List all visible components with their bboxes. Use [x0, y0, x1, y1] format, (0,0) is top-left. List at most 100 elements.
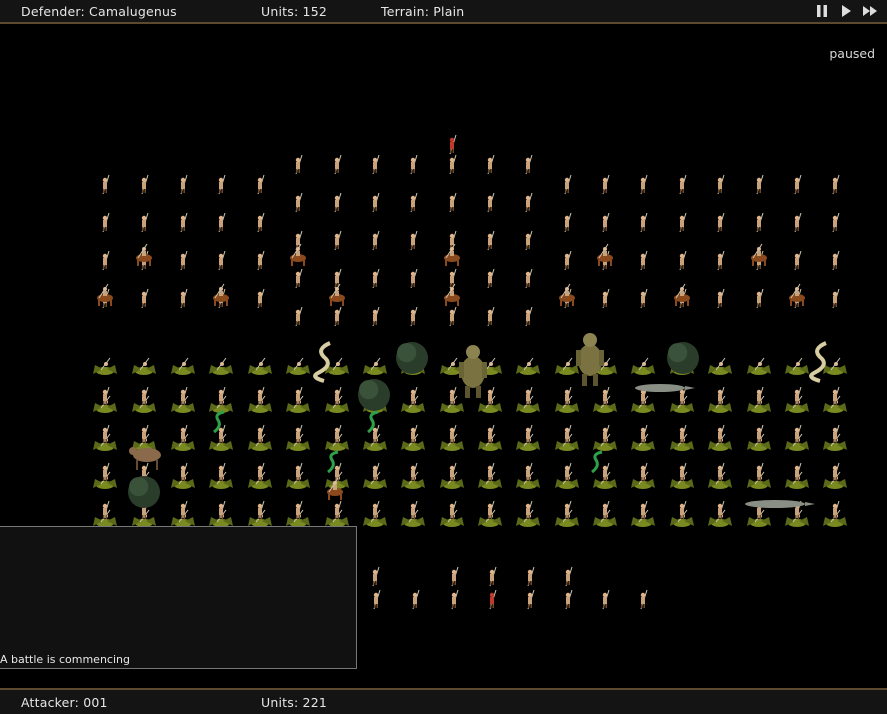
dragon-unit	[555, 357, 579, 375]
attacker-label: Attacker: 001	[21, 695, 108, 710]
soldier-unit	[102, 212, 110, 233]
soldier-unit	[794, 386, 802, 407]
monster-unit	[576, 333, 604, 386]
soldier-unit	[487, 268, 495, 289]
soldier-unit	[451, 589, 459, 610]
soldier-unit	[410, 306, 418, 327]
soldier-unit	[679, 174, 687, 195]
soldier-unit	[525, 306, 533, 327]
soldier-unit	[564, 500, 572, 521]
soldier-unit	[564, 212, 572, 233]
soldier-unit	[410, 386, 418, 407]
soldier-unit	[372, 268, 380, 289]
soldier-unit	[218, 386, 226, 407]
soldier-unit	[218, 500, 226, 521]
soldier-unit	[295, 268, 303, 289]
soldier-unit	[564, 462, 572, 483]
soldier-unit	[295, 462, 303, 483]
crocodile-unit	[635, 384, 695, 392]
dragon-unit	[93, 357, 117, 375]
soldier-unit	[756, 462, 764, 483]
soldier-unit	[602, 288, 610, 309]
play-button[interactable]	[837, 3, 855, 19]
soldier-unit	[449, 500, 457, 521]
soldier-unit	[794, 424, 802, 445]
soldier-unit	[679, 250, 687, 271]
soldier-unit	[334, 268, 342, 289]
soldier-unit	[756, 386, 764, 407]
soldier-unit	[602, 212, 610, 233]
soldier-unit	[525, 230, 533, 251]
soldier-unit	[257, 212, 265, 233]
dragon-unit	[631, 357, 655, 375]
soldier-unit	[602, 589, 610, 610]
dragon-unit	[286, 357, 310, 375]
soldier-unit	[257, 288, 265, 309]
soldier-unit	[451, 566, 459, 587]
soldier-unit	[756, 174, 764, 195]
soldier-unit	[449, 192, 457, 213]
soldier-unit	[525, 462, 533, 483]
soldier-unit	[410, 192, 418, 213]
soldier-unit	[295, 424, 303, 445]
soldier-unit	[449, 134, 457, 155]
soldier-unit	[640, 424, 648, 445]
soldier-unit	[334, 192, 342, 213]
serpent-unit	[591, 450, 603, 474]
soldier-unit	[794, 212, 802, 233]
soldier-unit	[832, 462, 840, 483]
pause-button[interactable]	[813, 3, 831, 19]
soldier-unit	[527, 589, 535, 610]
soldier-unit	[602, 424, 610, 445]
soldier-unit	[334, 306, 342, 327]
soldier-unit	[218, 174, 226, 195]
soldier-unit	[679, 462, 687, 483]
soldier-unit	[794, 462, 802, 483]
battle-log-panel[interactable]: A battle is commencing	[0, 526, 357, 669]
soldier-unit	[756, 288, 764, 309]
soldier-unit	[487, 154, 495, 175]
soldier-unit	[487, 386, 495, 407]
soldier-unit	[565, 566, 573, 587]
soldier-unit	[487, 192, 495, 213]
soldier-unit	[102, 386, 110, 407]
soldier-unit	[640, 462, 648, 483]
soldier-unit	[180, 212, 188, 233]
soldier-unit	[449, 306, 457, 327]
attacker-units-count: Units: 221	[261, 695, 328, 710]
battle-log-message: A battle is commencing	[0, 653, 130, 666]
soldier-unit	[794, 250, 802, 271]
dragon-unit	[708, 357, 732, 375]
soldier-unit	[141, 212, 149, 233]
wyrm-unit	[809, 341, 827, 383]
play-icon	[842, 5, 851, 17]
wyrm-unit	[313, 341, 331, 383]
soldier-unit	[527, 566, 535, 587]
cavalry-unit	[290, 243, 306, 266]
soldier-unit	[525, 192, 533, 213]
soldier-unit	[717, 174, 725, 195]
soldier-unit	[449, 154, 457, 175]
defender-label: Defender: Camalugenus	[21, 4, 177, 19]
soldier-unit	[602, 386, 610, 407]
soldier-unit	[525, 500, 533, 521]
fast-forward-button[interactable]	[861, 3, 879, 19]
soldier-unit	[295, 306, 303, 327]
soldier-unit	[794, 174, 802, 195]
tree-unit	[358, 379, 390, 411]
soldier-unit	[410, 154, 418, 175]
soldier-unit	[102, 500, 110, 521]
soldier-unit	[180, 462, 188, 483]
soldier-unit	[717, 212, 725, 233]
soldier-unit	[218, 250, 226, 271]
pause-icon	[817, 5, 827, 17]
cavalry-unit	[444, 243, 460, 266]
soldier-unit	[410, 500, 418, 521]
soldier-unit	[102, 174, 110, 195]
soldier-unit	[564, 386, 572, 407]
dragon-unit	[823, 357, 847, 375]
soldier-unit	[334, 154, 342, 175]
soldier-unit	[640, 589, 648, 610]
soldier-unit	[525, 154, 533, 175]
dragon-unit	[209, 357, 233, 375]
